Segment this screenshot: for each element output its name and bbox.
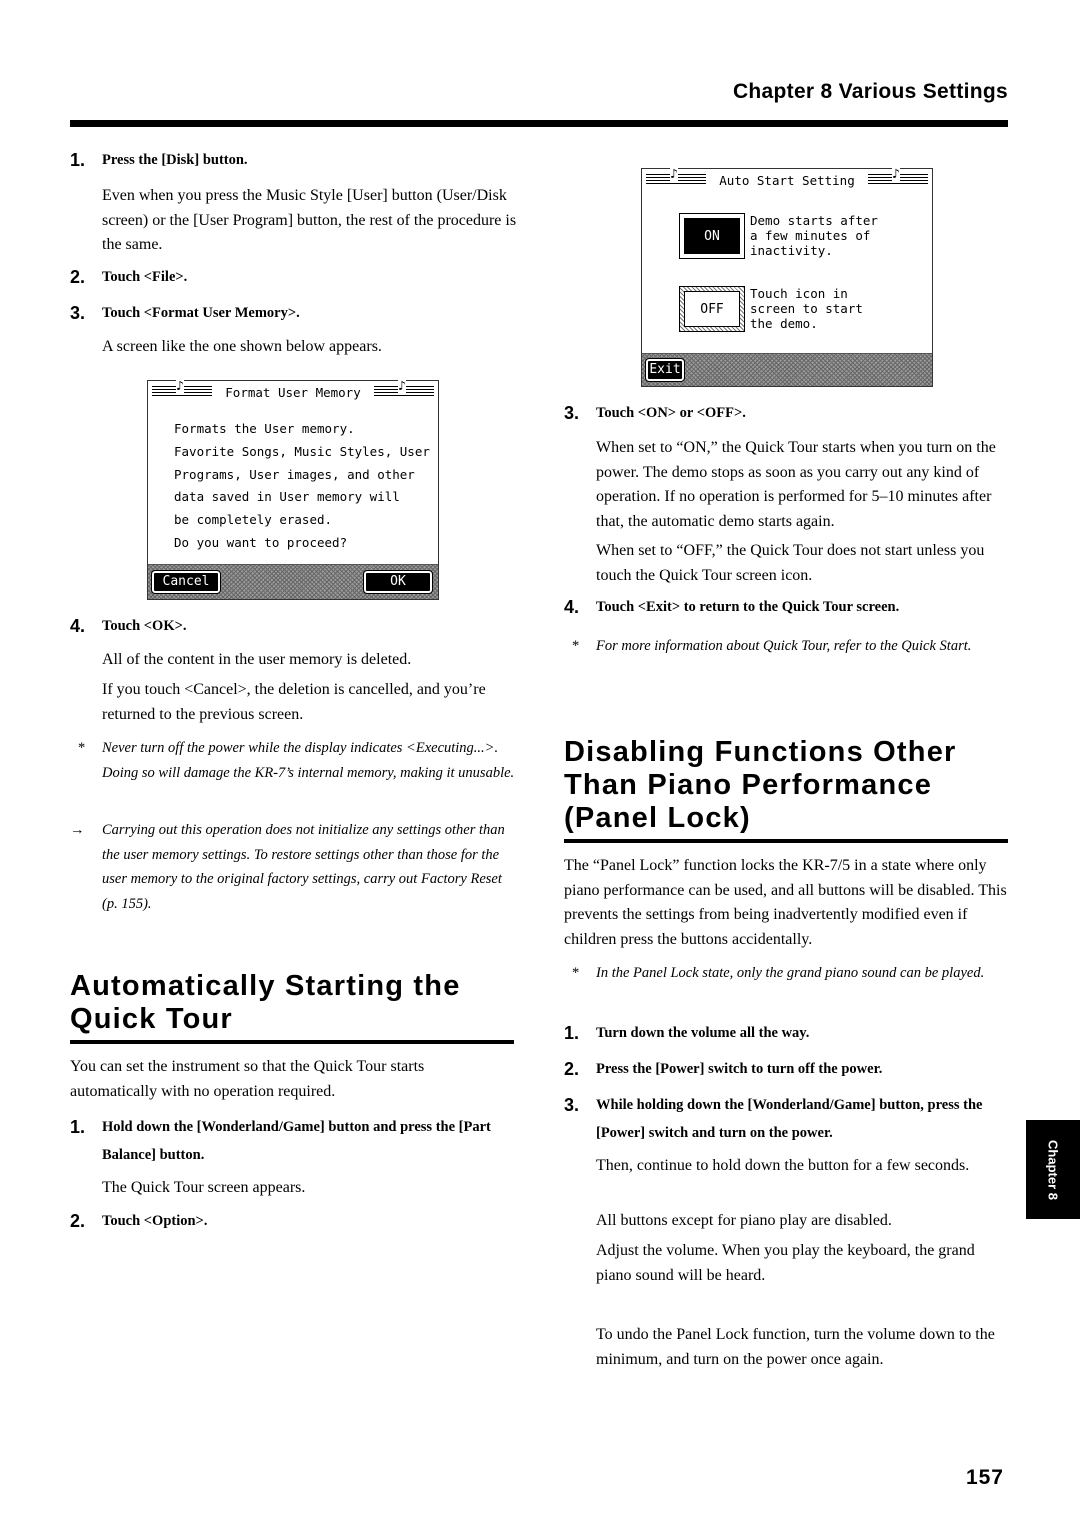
step-touch-file: 2. Touch <File>. [70,263,515,291]
off-button-label: OFF [684,291,740,327]
paragraph: Then, continue to hold down the button f… [596,1157,970,1174]
info-note: * For more information about Quick Tour,… [564,634,1008,659]
section-intro: You can set the instrument so that the Q… [70,1058,425,1100]
paragraph: A screen like the one shown below appear… [102,338,382,355]
step-number: 4. [70,616,86,636]
screen-text-line: Do you want to proceed? [174,535,348,550]
description-line: Touch icon in [750,286,848,301]
auto-start-setting-screen: Auto Start Setting ON Demo starts after … [641,168,933,387]
step-text: Touch <OK>. [102,618,187,634]
note-text: For more information about Quick Tour, r… [596,638,972,654]
screen-title: Auto Start Setting [719,173,855,188]
paragraph: When set to “ON,” the Quick Tour starts … [596,439,996,530]
ok-button[interactable]: OK [363,570,433,594]
step-text: Touch <ON> or <OFF>. [596,405,746,421]
page-number: 157 [965,1466,1004,1489]
note-text: Carrying out this operation does not ini… [102,822,505,912]
step-number: 1. [70,150,86,170]
asterisk-icon: * [572,965,580,981]
on-button-label: ON [684,218,740,254]
step-number: 1. [564,1023,580,1043]
step-text: Hold down the [Wonderland/Game] button a… [102,1119,491,1163]
step-text: Touch <Exit> to return to the Quick Tour… [596,599,900,615]
screen-text-line: Favorite Songs, Music Styles, User [174,444,430,459]
description-line: screen to start [750,301,863,316]
step-text: While holding down the [Wonderland/Game]… [596,1097,983,1141]
step-number: 4. [564,597,580,617]
paragraph: Even when you press the Music Style [Use… [102,187,517,253]
step-touch-option: 2. Touch <Option>. [70,1207,515,1235]
section-intro: The “Panel Lock” function locks the KR-7… [564,857,1007,948]
chapter-tab[interactable]: Chapter 8 [1026,1120,1080,1219]
step-text: Press the [Power] switch to turn off the… [596,1061,883,1077]
step-text: Touch <File>. [102,269,188,285]
exit-button[interactable]: Exit [645,358,685,382]
section-rule [564,839,1008,843]
chapter-tab-label: Chapter 8 [1045,1139,1061,1200]
description-line: a few minutes of [750,228,871,243]
description-line: Demo starts after [750,213,878,228]
paragraph: All of the content in the user memory is… [102,651,412,668]
step-number: 2. [564,1059,580,1079]
paragraph: When set to “OFF,” the Quick Tour does n… [596,542,985,584]
step-hold-wonderland: 1. Hold down the [Wonderland/Game] butto… [70,1113,515,1169]
step-number: 3. [564,403,580,423]
paragraph: Adjust the volume. When you play the key… [596,1242,975,1284]
paragraph: All buttons except for piano play are di… [596,1212,892,1229]
step-number: 2. [70,267,86,287]
on-description: Demo starts after a few minutes of inact… [750,213,878,258]
format-user-memory-screen: Format User Memory Formats the User memo… [147,380,439,600]
section-rule [70,1040,514,1044]
step-touch-ok: 4. Touch <OK>. [70,612,515,640]
section-heading-quick-tour: Automatically Starting the Quick Tour [70,970,461,1035]
off-button[interactable]: OFF [679,286,745,332]
step-text: Touch <Format User Memory>. [102,305,300,321]
cancel-button[interactable]: Cancel [151,570,221,594]
asterisk-icon: * [572,638,580,654]
step-text: Press the [Disk] button. [102,152,248,168]
step-text: Touch <Option>. [102,1213,208,1229]
paragraph: To undo the Panel Lock function, turn th… [596,1326,995,1368]
screen-text-line: be completely erased. [174,512,333,527]
screen-button-bar [642,353,932,386]
step-number: 3. [564,1095,580,1115]
step-number: 2. [70,1211,86,1231]
step-number: 3. [70,303,86,323]
caution-note: * Never turn off the power while the dis… [70,736,515,785]
asterisk-icon: * [78,740,86,756]
step-number: 1. [70,1117,86,1137]
paragraph: The Quick Tour screen appears. [102,1179,306,1196]
screen-text-line: data saved in User memory will [174,489,400,504]
step-touch-on-off: 3. Touch <ON> or <OFF>. [564,399,1009,427]
reference-note: → Carrying out this operation does not i… [70,818,515,916]
screen-text-line: Formats the User memory. [174,421,355,436]
step-press-disk: 1. Press the [Disk] button. [70,146,515,174]
header-rule [70,120,1008,127]
step-touch-exit: 4. Touch <Exit> to return to the Quick T… [564,593,1009,621]
on-button[interactable]: ON [679,213,745,259]
screen-text-line: Programs, User images, and other [174,467,415,482]
step-power-off: 2. Press the [Power] switch to turn off … [564,1055,1009,1083]
screen-title: Format User Memory [225,385,361,400]
step-hold-and-power-on: 3. While holding down the [Wonderland/Ga… [564,1091,1009,1147]
description-line: the demo. [750,316,818,331]
note-text: In the Panel Lock state, only the grand … [596,965,985,981]
step-touch-format: 3. Touch <Format User Memory>. [70,299,515,327]
description-line: inactivity. [750,243,833,258]
step-turn-down-volume: 1. Turn down the volume all the way. [564,1019,1009,1047]
section-heading-panel-lock: Disabling Functions Other Than Piano Per… [564,736,957,834]
step-text: Turn down the volume all the way. [596,1025,810,1041]
info-note: * In the Panel Lock state, only the gran… [564,961,1008,986]
note-text: Never turn off the power while the displ… [102,740,515,781]
off-description: Touch icon in screen to start the demo. [750,286,863,331]
chapter-header: Chapter 8 Various Settings [732,80,1008,103]
paragraph: If you touch <Cancel>, the deletion is c… [102,681,486,723]
arrow-icon: → [70,822,85,838]
